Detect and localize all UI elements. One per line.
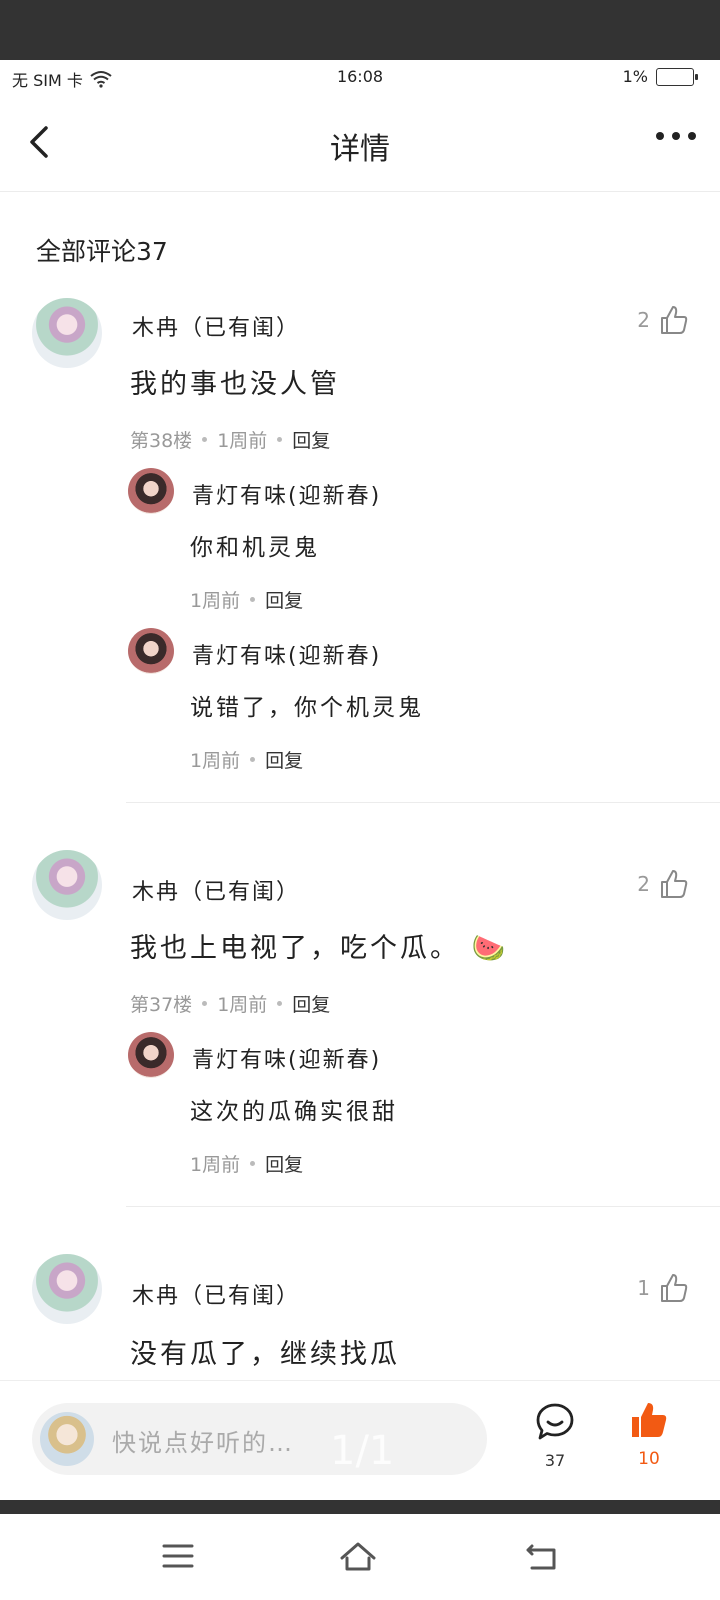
return-button[interactable]: [522, 1536, 562, 1576]
thumbs-up-icon: [661, 1274, 688, 1302]
comment-text: 没有瓜了，继续找瓜: [130, 1339, 400, 1370]
comment-count: 37: [544, 1451, 566, 1470]
page-indicator: 1/1: [330, 1428, 395, 1474]
comment-author[interactable]: 木冉（已有闺）: [132, 1278, 300, 1310]
avatar: [40, 1412, 94, 1466]
time-label: 1周前: [190, 750, 241, 772]
reply-text: 这次的瓜确实很甜: [190, 1099, 398, 1125]
like-button[interactable]: 10: [624, 1399, 674, 1469]
time-label: 1周前: [217, 994, 268, 1016]
watermelon-emoji: 🍉: [471, 933, 509, 964]
avatar[interactable]: [128, 628, 174, 674]
thumbs-up-icon: [661, 306, 688, 334]
like-count: 1: [637, 1276, 650, 1300]
status-bar: 无 SIM 卡 16:08 1%: [0, 60, 720, 94]
floor-label: 第37楼: [130, 994, 193, 1016]
back-return-icon: [526, 1544, 556, 1570]
avatar[interactable]: [128, 468, 174, 514]
divider: [126, 1206, 720, 1207]
reply-link[interactable]: 回复: [292, 990, 330, 1017]
page-title: 详情: [330, 132, 390, 167]
like-count: 2: [637, 872, 650, 896]
comment-author[interactable]: 木冉（已有闺）: [132, 874, 300, 906]
more-dots-icon: [656, 132, 664, 140]
system-divider: [0, 1500, 720, 1514]
top-bar: [0, 0, 720, 60]
menu-button[interactable]: [158, 1536, 198, 1576]
comment-text: 我的事也没人管: [130, 369, 340, 400]
input-placeholder: 快说点好听的…: [112, 1429, 294, 1457]
nav-bar: 详情: [0, 94, 720, 192]
time-label: 1周前: [217, 430, 268, 452]
reply-meta: 1周前 回复: [190, 1150, 303, 1177]
like-button[interactable]: 2: [637, 304, 690, 336]
reply-link[interactable]: 回复: [265, 586, 303, 613]
reply-text: 说错了，你个机灵鬼: [190, 695, 424, 721]
more-button[interactable]: [656, 132, 696, 140]
floor-label: 第38楼: [130, 430, 193, 452]
comment-meta: 第37楼 1周前 回复: [130, 990, 330, 1017]
comment-meta: 第38楼 1周前 回复: [130, 426, 330, 453]
avatar[interactable]: [32, 1254, 102, 1324]
home-button[interactable]: [338, 1536, 378, 1576]
reply-meta: 1周前 回复: [190, 586, 303, 613]
reply-author[interactable]: 青灯有味(迎新春): [192, 478, 381, 510]
reply-text: 你和机灵鬼: [190, 535, 320, 561]
avatar[interactable]: [128, 1032, 174, 1078]
reply-link[interactable]: 回复: [265, 1150, 303, 1177]
comment-text: 我也上电视了，吃个瓜。 🍉: [130, 933, 509, 964]
reply-author[interactable]: 青灯有味(迎新春): [192, 638, 381, 670]
comment-author[interactable]: 木冉（已有闺）: [132, 310, 300, 342]
like-button[interactable]: 1: [637, 1272, 690, 1304]
comment-button[interactable]: 37: [530, 1401, 580, 1470]
thumbs-up-icon: [632, 1403, 667, 1437]
reply-meta: 1周前 回复: [190, 746, 303, 773]
divider: [126, 802, 720, 803]
system-nav-bar: [0, 1514, 720, 1600]
section-title: 全部评论37: [36, 237, 168, 266]
thumbs-up-icon: [661, 870, 688, 898]
like-button[interactable]: 2: [637, 868, 690, 900]
comment-input[interactable]: 快说点好听的…: [32, 1403, 487, 1475]
like-count: 2: [637, 308, 650, 332]
comment-bubble-icon: [536, 1403, 574, 1440]
reply-author[interactable]: 青灯有味(迎新春): [192, 1042, 381, 1074]
comments-content[interactable]: 全部评论37 木冉（已有闺） 2 我的事也没人管 第38楼 1周前 回复 青灯有…: [0, 192, 720, 1380]
reply-link[interactable]: 回复: [292, 426, 330, 453]
battery-percent: 1%: [622, 67, 648, 86]
avatar[interactable]: [32, 298, 102, 368]
avatar[interactable]: [32, 850, 102, 920]
like-count: 10: [638, 1449, 660, 1469]
menu-icon: [162, 1544, 194, 1568]
reply-link[interactable]: 回复: [265, 746, 303, 773]
home-icon: [340, 1542, 376, 1571]
time-label: 1周前: [190, 1154, 241, 1176]
battery-icon: [656, 67, 698, 86]
clock: 16:08: [336, 67, 384, 86]
time-label: 1周前: [190, 590, 241, 612]
